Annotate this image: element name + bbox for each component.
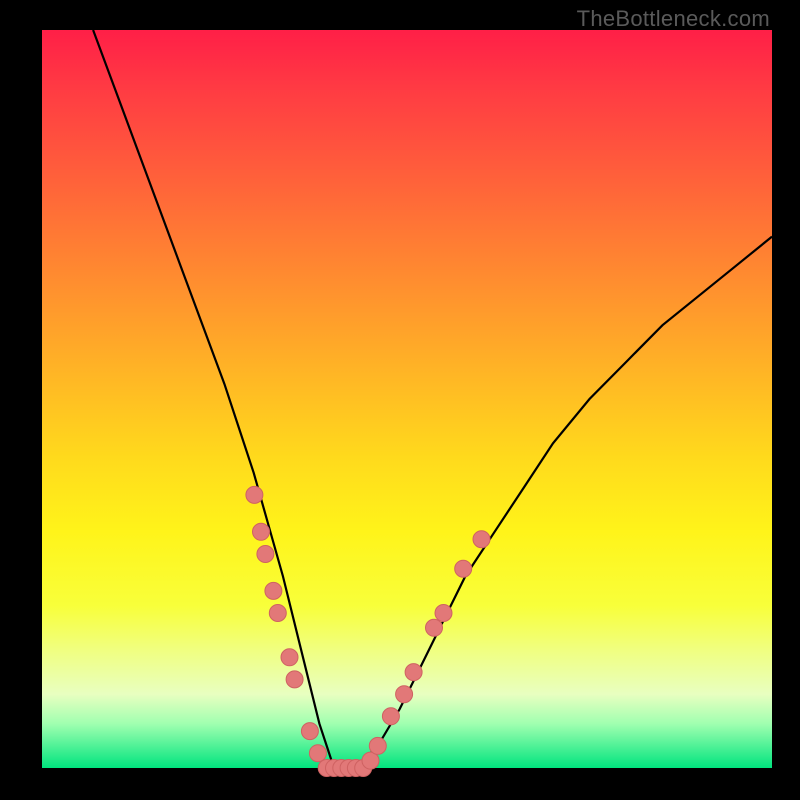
chart-frame: TheBottleneck.com: [0, 0, 800, 800]
chart-overlay: [42, 30, 772, 768]
data-marker: [246, 486, 263, 503]
data-marker: [473, 531, 490, 548]
watermark-text: TheBottleneck.com: [577, 6, 770, 32]
data-marker: [257, 546, 274, 563]
data-marker: [301, 723, 318, 740]
data-marker: [253, 523, 270, 540]
data-marker: [281, 649, 298, 666]
data-marker: [286, 671, 303, 688]
data-marker: [426, 619, 443, 636]
data-marker: [269, 605, 286, 622]
data-marker: [405, 664, 422, 681]
bottleneck-curve: [93, 30, 772, 768]
data-marker: [382, 708, 399, 725]
data-markers: [246, 486, 490, 776]
data-marker: [396, 686, 413, 703]
data-marker: [369, 737, 386, 754]
data-marker: [435, 605, 452, 622]
data-marker: [455, 560, 472, 577]
data-marker: [265, 582, 282, 599]
data-marker: [309, 745, 326, 762]
